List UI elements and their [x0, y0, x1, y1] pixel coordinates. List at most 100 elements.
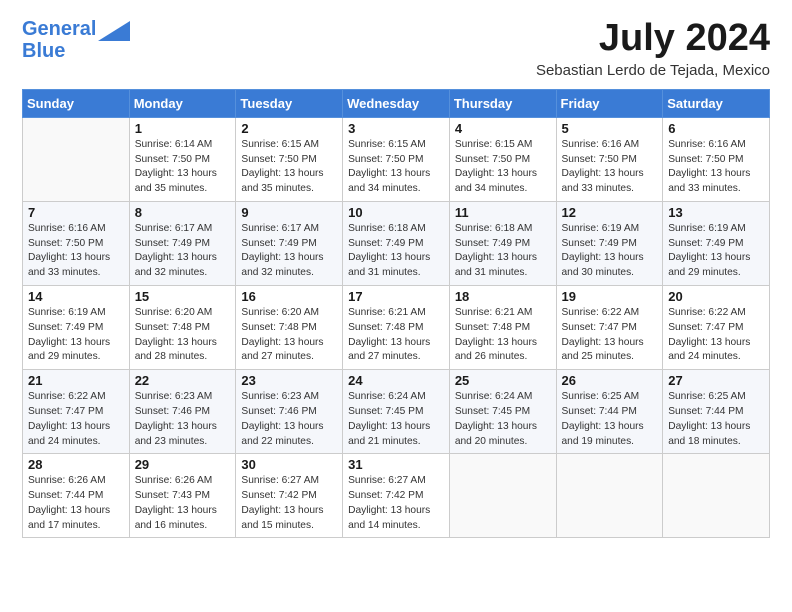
day-number: 20 — [668, 289, 764, 304]
day-info: Sunrise: 6:17 AMSunset: 7:49 PMDaylight:… — [241, 222, 337, 281]
week-row-1: 7 Sunrise: 6:16 AMSunset: 7:50 PMDaylight… — [23, 201, 770, 285]
day-info: Sunrise: 6:21 AMSunset: 7:48 PMDaylight:… — [455, 306, 551, 365]
location-subtitle: Sebastian Lerdo de Tejada, Mexico — [536, 62, 770, 79]
calendar-cell: 18 Sunrise: 6:21 AMSunset: 7:48 PMDayligh… — [449, 286, 556, 370]
day-info: Sunrise: 6:16 AMSunset: 7:50 PMDaylight:… — [668, 138, 764, 197]
week-row-0: 1 Sunrise: 6:14 AMSunset: 7:50 PMDaylight… — [23, 117, 770, 201]
day-info: Sunrise: 6:23 AMSunset: 7:46 PMDaylight:… — [241, 390, 337, 449]
calendar-cell: 20 Sunrise: 6:22 AMSunset: 7:47 PMDayligh… — [663, 286, 770, 370]
week-row-3: 21 Sunrise: 6:22 AMSunset: 7:47 PMDayligh… — [23, 370, 770, 454]
day-number: 29 — [135, 457, 231, 472]
day-info: Sunrise: 6:20 AMSunset: 7:48 PMDaylight:… — [135, 306, 231, 365]
calendar-cell: 4 Sunrise: 6:15 AMSunset: 7:50 PMDaylight… — [449, 117, 556, 201]
day-number: 18 — [455, 289, 551, 304]
day-number: 26 — [562, 373, 658, 388]
calendar-cell: 26Sunrise: 6:25 AMSunset: 7:44 PMDayligh… — [556, 370, 663, 454]
day-number: 11 — [455, 205, 551, 220]
day-info: Sunrise: 6:19 AMSunset: 7:49 PMDaylight:… — [562, 222, 658, 281]
day-info: Sunrise: 6:24 AMSunset: 7:45 PMDaylight:… — [455, 390, 551, 449]
day-number: 30 — [241, 457, 337, 472]
day-info: Sunrise: 6:16 AMSunset: 7:50 PMDaylight:… — [28, 222, 124, 281]
day-info: Sunrise: 6:19 AMSunset: 7:49 PMDaylight:… — [28, 306, 124, 365]
calendar-cell: 9 Sunrise: 6:17 AMSunset: 7:49 PMDaylight… — [236, 201, 343, 285]
day-number: 9 — [241, 205, 337, 220]
logo-text: General Blue — [22, 18, 96, 62]
col-header-tuesday: Tuesday — [236, 89, 343, 117]
col-header-thursday: Thursday — [449, 89, 556, 117]
calendar-cell: 27Sunrise: 6:25 AMSunset: 7:44 PMDayligh… — [663, 370, 770, 454]
day-info: Sunrise: 6:15 AMSunset: 7:50 PMDaylight:… — [241, 138, 337, 197]
calendar: SundayMondayTuesdayWednesdayThursdayFrid… — [22, 89, 770, 539]
week-row-2: 14 Sunrise: 6:19 AMSunset: 7:49 PMDayligh… — [23, 286, 770, 370]
day-info: Sunrise: 6:16 AMSunset: 7:50 PMDaylight:… — [562, 138, 658, 197]
day-info: Sunrise: 6:22 AMSunset: 7:47 PMDaylight:… — [562, 306, 658, 365]
col-header-wednesday: Wednesday — [343, 89, 450, 117]
day-number: 3 — [348, 121, 444, 136]
calendar-cell: 23Sunrise: 6:23 AMSunset: 7:46 PMDayligh… — [236, 370, 343, 454]
calendar-cell — [556, 454, 663, 538]
calendar-cell — [663, 454, 770, 538]
day-info: Sunrise: 6:22 AMSunset: 7:47 PMDaylight:… — [28, 390, 124, 449]
calendar-cell: 3 Sunrise: 6:15 AMSunset: 7:50 PMDaylight… — [343, 117, 450, 201]
day-info: Sunrise: 6:15 AMSunset: 7:50 PMDaylight:… — [348, 138, 444, 197]
calendar-cell: 6Sunrise: 6:16 AMSunset: 7:50 PMDaylight… — [663, 117, 770, 201]
day-info: Sunrise: 6:27 AMSunset: 7:42 PMDaylight:… — [348, 474, 444, 533]
day-number: 1 — [135, 121, 231, 136]
header: General Blue July 2024 Sebastian Lerdo d… — [22, 18, 770, 79]
day-number: 25 — [455, 373, 551, 388]
page: General Blue July 2024 Sebastian Lerdo d… — [0, 0, 792, 612]
day-number: 4 — [455, 121, 551, 136]
calendar-cell: 30 Sunrise: 6:27 AMSunset: 7:42 PMDayligh… — [236, 454, 343, 538]
calendar-cell: 22Sunrise: 6:23 AMSunset: 7:46 PMDayligh… — [129, 370, 236, 454]
day-number: 8 — [135, 205, 231, 220]
calendar-cell: 31 Sunrise: 6:27 AMSunset: 7:42 PMDayligh… — [343, 454, 450, 538]
calendar-cell: 17Sunrise: 6:21 AMSunset: 7:48 PMDayligh… — [343, 286, 450, 370]
day-info: Sunrise: 6:18 AMSunset: 7:49 PMDaylight:… — [348, 222, 444, 281]
day-number: 16 — [241, 289, 337, 304]
calendar-cell: 28 Sunrise: 6:26 AMSunset: 7:44 PMDayligh… — [23, 454, 130, 538]
day-info: Sunrise: 6:27 AMSunset: 7:42 PMDaylight:… — [241, 474, 337, 533]
day-number: 7 — [28, 205, 124, 220]
day-number: 31 — [348, 457, 444, 472]
calendar-cell: 15Sunrise: 6:20 AMSunset: 7:48 PMDayligh… — [129, 286, 236, 370]
calendar-cell — [449, 454, 556, 538]
day-info: Sunrise: 6:25 AMSunset: 7:44 PMDaylight:… — [668, 390, 764, 449]
day-number: 10 — [348, 205, 444, 220]
day-info: Sunrise: 6:19 AMSunset: 7:49 PMDaylight:… — [668, 222, 764, 281]
logo-blue: Blue — [22, 40, 65, 62]
calendar-cell: 14 Sunrise: 6:19 AMSunset: 7:49 PMDayligh… — [23, 286, 130, 370]
col-header-monday: Monday — [129, 89, 236, 117]
day-info: Sunrise: 6:23 AMSunset: 7:46 PMDaylight:… — [135, 390, 231, 449]
day-info: Sunrise: 6:20 AMSunset: 7:48 PMDaylight:… — [241, 306, 337, 365]
week-row-4: 28 Sunrise: 6:26 AMSunset: 7:44 PMDayligh… — [23, 454, 770, 538]
day-number: 19 — [562, 289, 658, 304]
calendar-cell: 13Sunrise: 6:19 AMSunset: 7:49 PMDayligh… — [663, 201, 770, 285]
calendar-cell: 24Sunrise: 6:24 AMSunset: 7:45 PMDayligh… — [343, 370, 450, 454]
day-number: 12 — [562, 205, 658, 220]
col-header-sunday: Sunday — [23, 89, 130, 117]
title-block: July 2024 Sebastian Lerdo de Tejada, Mex… — [536, 18, 770, 79]
day-number: 17 — [348, 289, 444, 304]
calendar-cell: 10 Sunrise: 6:18 AMSunset: 7:49 PMDayligh… — [343, 201, 450, 285]
day-info: Sunrise: 6:18 AMSunset: 7:49 PMDaylight:… — [455, 222, 551, 281]
calendar-cell: 8 Sunrise: 6:17 AMSunset: 7:49 PMDaylight… — [129, 201, 236, 285]
day-number: 14 — [28, 289, 124, 304]
calendar-header-row: SundayMondayTuesdayWednesdayThursdayFrid… — [23, 89, 770, 117]
day-info: Sunrise: 6:17 AMSunset: 7:49 PMDaylight:… — [135, 222, 231, 281]
day-number: 5 — [562, 121, 658, 136]
day-info: Sunrise: 6:14 AMSunset: 7:50 PMDaylight:… — [135, 138, 231, 197]
logo: General Blue — [22, 18, 130, 62]
col-header-saturday: Saturday — [663, 89, 770, 117]
calendar-cell: 25 Sunrise: 6:24 AMSunset: 7:45 PMDayligh… — [449, 370, 556, 454]
calendar-cell — [23, 117, 130, 201]
month-title: July 2024 — [536, 18, 770, 60]
day-number: 2 — [241, 121, 337, 136]
day-info: Sunrise: 6:22 AMSunset: 7:47 PMDaylight:… — [668, 306, 764, 365]
day-number: 28 — [28, 457, 124, 472]
day-info: Sunrise: 6:26 AMSunset: 7:43 PMDaylight:… — [135, 474, 231, 533]
day-info: Sunrise: 6:15 AMSunset: 7:50 PMDaylight:… — [455, 138, 551, 197]
day-info: Sunrise: 6:26 AMSunset: 7:44 PMDaylight:… — [28, 474, 124, 533]
calendar-cell: 12 Sunrise: 6:19 AMSunset: 7:49 PMDayligh… — [556, 201, 663, 285]
day-number: 24 — [348, 373, 444, 388]
day-number: 21 — [28, 373, 124, 388]
